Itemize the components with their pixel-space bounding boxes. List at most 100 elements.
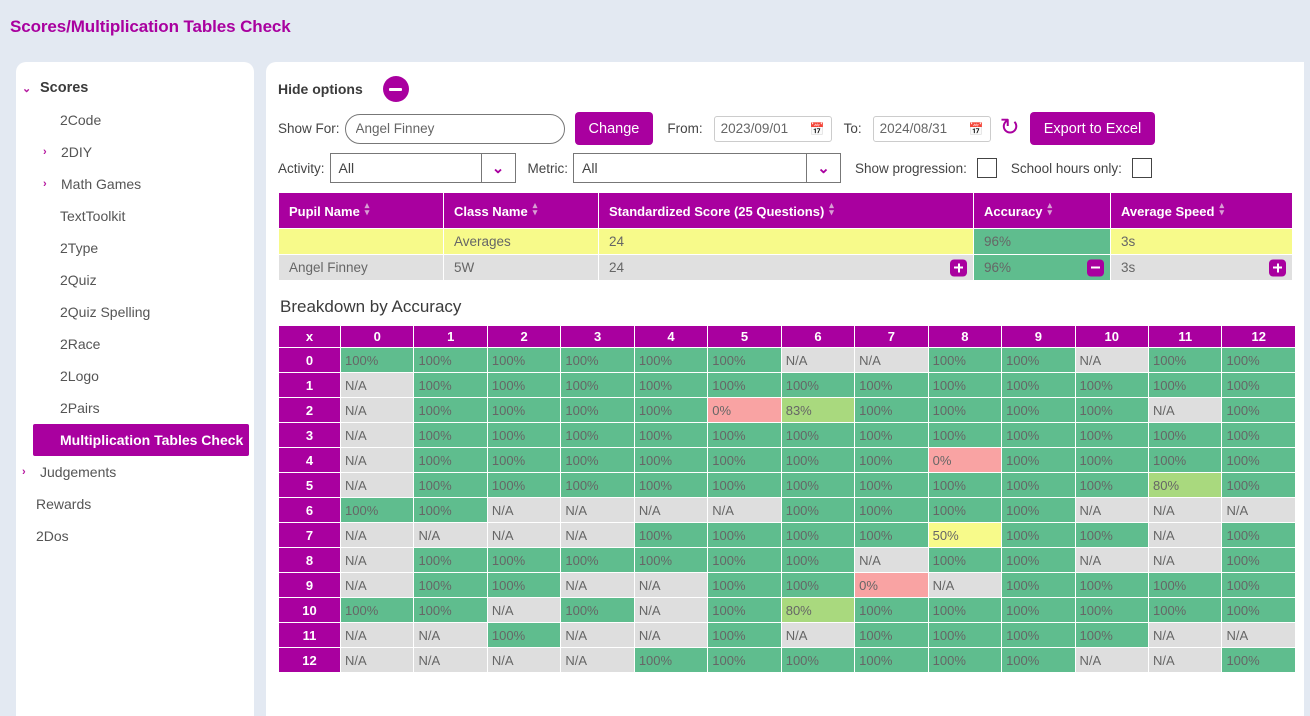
sidebar-item-2quiz-spelling[interactable]: 2Quiz Spelling (16, 296, 254, 328)
sidebar-item-2diy[interactable]: ›2DIY (16, 136, 254, 168)
sidebar-item-2pairs[interactable]: 2Pairs (16, 392, 254, 424)
grid-row-header-10: 10 (279, 598, 341, 623)
summary-col-standardized-score-25-questions-[interactable]: Standardized Score (25 Questions) ▴▾ (599, 193, 974, 229)
sort-icon[interactable]: ▴▾ (829, 202, 834, 216)
cell-value: 24 (609, 260, 624, 275)
chevron-right-icon[interactable]: › (43, 146, 57, 158)
calendar-icon[interactable]: 📅 (969, 122, 984, 136)
grid-cell: N/A (1148, 623, 1221, 648)
grid-cell: 100% (1148, 448, 1221, 473)
sort-icon[interactable]: ▴▾ (1048, 202, 1053, 216)
expand-row-button[interactable] (1269, 259, 1286, 276)
grid-row: 5N/A100%100%100%100%100%100%100%100%100%… (279, 473, 1296, 498)
grid-cell: 100% (1002, 573, 1075, 598)
sidebar-item-2type[interactable]: 2Type (16, 232, 254, 264)
grid-cell: N/A (1075, 648, 1148, 673)
grid-cell: 100% (1075, 398, 1148, 423)
calendar-icon[interactable]: 📅 (810, 122, 825, 136)
refresh-icon[interactable]: ↻ (1000, 116, 1020, 140)
column-label: Standardized Score (25 Questions) (609, 204, 824, 219)
chevron-down-icon[interactable]: ⌄ (806, 154, 840, 182)
grid-cell: 100% (487, 423, 560, 448)
grid-row: 11N/AN/A100%N/AN/A100%N/A100%100%100%100… (279, 623, 1296, 648)
grid-cell: N/A (781, 623, 854, 648)
column-label: Accuracy (984, 204, 1043, 219)
from-date-input[interactable]: 2023/09/01 📅 (714, 116, 832, 142)
sidebar-item-judgements[interactable]: ›Judgements (16, 456, 254, 488)
grid-cell: N/A (341, 573, 414, 598)
grid-row: 8N/A100%100%100%100%100%100%N/A100%100%N… (279, 548, 1296, 573)
grid-cell: 100% (1222, 598, 1296, 623)
grid-col-header-0: 0 (341, 326, 414, 348)
sidebar-item-label: Multiplication Tables Check (60, 432, 243, 448)
to-date-input[interactable]: 2024/08/31 📅 (873, 116, 991, 142)
sidebar-item-2race[interactable]: 2Race (16, 328, 254, 360)
grid-cell: 100% (1002, 623, 1075, 648)
grid-row-header-11: 11 (279, 623, 341, 648)
sidebar-item-rewards[interactable]: Rewards (16, 488, 254, 520)
school-hours-checkbox[interactable] (1132, 158, 1152, 178)
cell-value: 96% (984, 260, 1011, 275)
sidebar-item-2code[interactable]: 2Code (16, 104, 254, 136)
summary-col-accuracy[interactable]: Accuracy ▴▾ (974, 193, 1111, 229)
grid-cell: 0% (928, 448, 1001, 473)
show-for-input[interactable] (345, 114, 565, 144)
grid-cell: 100% (855, 523, 928, 548)
cell-value: Averages (454, 234, 511, 249)
grid-cell: 100% (855, 498, 928, 523)
grid-cell: 80% (1148, 473, 1221, 498)
expand-row-button[interactable] (950, 259, 967, 276)
activity-label: Activity: (278, 161, 325, 176)
change-button[interactable]: Change (575, 112, 654, 145)
grid-cell: 100% (487, 398, 560, 423)
collapse-row-button[interactable] (1087, 259, 1104, 276)
sidebar-item-2dos[interactable]: 2Dos (16, 520, 254, 552)
grid-cell: 100% (855, 648, 928, 673)
main-panel: Hide options Show For: Change From: 2023… (266, 62, 1304, 716)
grid-cell: 100% (1222, 423, 1296, 448)
grid-cell: 100% (1002, 598, 1075, 623)
grid-cell: N/A (341, 648, 414, 673)
grid-cell: 100% (708, 548, 781, 573)
sidebar-item-2quiz[interactable]: 2Quiz (16, 264, 254, 296)
grid-col-header-12: 12 (1222, 326, 1296, 348)
grid-cell: N/A (708, 498, 781, 523)
summary-col-pupil-name[interactable]: Pupil Name ▴▾ (279, 193, 444, 229)
cell-value: 5W (454, 260, 474, 275)
sidebar-item-texttoolkit[interactable]: TextToolkit (16, 200, 254, 232)
summary-table-body: Averages2496%3sAngel Finney5W2496%3s (279, 229, 1293, 281)
filter-row-secondary: Activity: All ⌄ Metric: All ⌄ Show progr… (278, 153, 1294, 183)
grid-col-header-8: 8 (928, 326, 1001, 348)
chevron-down-icon[interactable]: ⌄ (22, 82, 36, 95)
grid-cell: 100% (1002, 373, 1075, 398)
grid-row-header-6: 6 (279, 498, 341, 523)
chevron-right-icon[interactable]: › (22, 466, 36, 478)
sort-icon[interactable]: ▴▾ (1219, 202, 1224, 216)
grid-cell: 100% (561, 598, 634, 623)
metric-value: All (574, 160, 806, 176)
grid-cell: 100% (781, 523, 854, 548)
hide-options-label: Hide options (278, 81, 363, 97)
chevron-down-icon[interactable]: ⌄ (481, 154, 515, 182)
column-label: Pupil Name (289, 204, 360, 219)
cell-value: Angel Finney (289, 260, 368, 275)
metric-select[interactable]: All ⌄ (573, 153, 841, 183)
export-to-excel-button[interactable]: Export to Excel (1030, 112, 1156, 145)
pupil-name-cell: Angel Finney (279, 255, 444, 281)
sidebar-item-2logo[interactable]: 2Logo (16, 360, 254, 392)
show-progression-checkbox[interactable] (977, 158, 997, 178)
grid-cell: 100% (1002, 648, 1075, 673)
summary-col-class-name[interactable]: Class Name▴▾ (444, 193, 599, 229)
summary-col-average-speed[interactable]: Average Speed▴▾ (1111, 193, 1293, 229)
grid-cell: N/A (341, 398, 414, 423)
activity-select[interactable]: All ⌄ (330, 153, 516, 183)
sort-icon[interactable]: ▴▾ (365, 202, 370, 216)
sidebar-item-label: 2Dos (36, 528, 69, 544)
sidebar-item-multiplication-tables-check[interactable]: Multiplication Tables Check (33, 424, 249, 456)
sort-icon[interactable]: ▴▾ (533, 202, 538, 216)
collapse-options-button[interactable] (383, 76, 409, 102)
grid-cell: 100% (781, 648, 854, 673)
sidebar-item-math-games[interactable]: ›Math Games (16, 168, 254, 200)
sidebar-item-scores[interactable]: ⌄Scores (16, 72, 254, 104)
chevron-right-icon[interactable]: › (43, 178, 57, 190)
